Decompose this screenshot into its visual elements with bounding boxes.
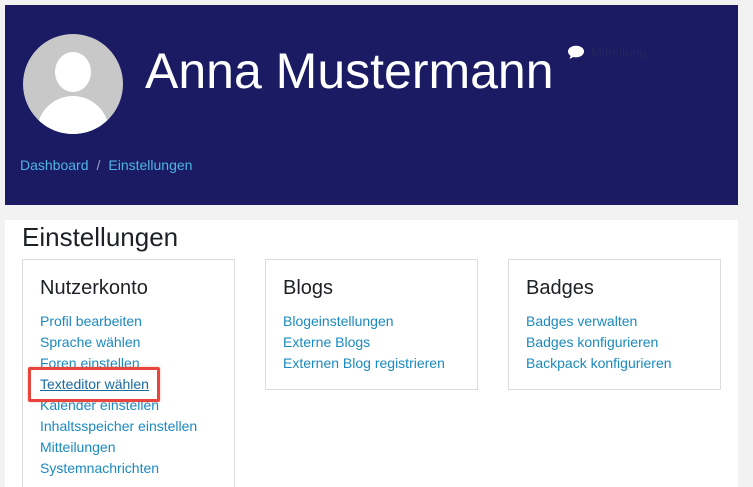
card-badges: Badges Badges verwalten Badges konfiguri…: [508, 259, 721, 390]
breadcrumb-separator: /: [96, 157, 101, 173]
link-systemnachrichten[interactable]: Systemnachrichten: [40, 460, 159, 476]
link-backpack-konfigurieren[interactable]: Backpack konfigurieren: [526, 355, 672, 371]
link-inhaltsspeicher-einstellen[interactable]: Inhaltsspeicher einstellen: [40, 418, 197, 434]
list-item: Profil bearbeiten: [40, 311, 197, 332]
card-title: Badges: [526, 277, 594, 299]
page-header: Anna Mustermann Mitteilung Dashboard / E…: [5, 5, 738, 205]
list-item: Externen Blog registrieren: [283, 353, 445, 374]
list-item: Systemnachrichten: [40, 458, 197, 479]
list-item: Mitteilungen: [40, 437, 197, 458]
link-badges-konfigurieren[interactable]: Badges konfigurieren: [526, 334, 658, 350]
card-title: Blogs: [283, 277, 334, 299]
avatar[interactable]: [23, 34, 123, 134]
link-kalender-einstellen[interactable]: Kalender einstellen: [40, 397, 159, 413]
link-mitteilungen[interactable]: Mitteilungen: [40, 439, 116, 455]
link-profil-bearbeiten[interactable]: Profil bearbeiten: [40, 313, 142, 329]
avatar-body-shape: [37, 96, 109, 134]
card-link-list: Badges verwalten Badges konfigurieren Ba…: [526, 311, 672, 374]
list-item: Backpack konfigurieren: [526, 353, 672, 374]
list-item: Badges konfigurieren: [526, 332, 672, 353]
avatar-head-shape: [55, 52, 91, 92]
settings-page: Einstellungen Nutzerkonto Profil bearbei…: [5, 220, 738, 487]
list-item: Kalender einstellen: [40, 395, 197, 416]
list-item: Foren einstellen: [40, 353, 197, 374]
link-sprache-waehlen[interactable]: Sprache wählen: [40, 334, 140, 350]
list-item: Badges verwalten: [526, 311, 672, 332]
card-link-list: Profil bearbeiten Sprache wählen Foren e…: [40, 311, 197, 479]
link-texteditor-waehlen[interactable]: Texteditor wählen: [40, 376, 149, 392]
speech-bubble-icon: [568, 45, 584, 59]
message-button-label: Mitteilung: [591, 44, 647, 60]
page-title: Einstellungen: [22, 222, 179, 252]
message-button[interactable]: Mitteilung: [567, 43, 647, 61]
link-blogeinstellungen[interactable]: Blogeinstellungen: [283, 313, 394, 329]
user-name-heading: Anna Mustermann: [145, 43, 554, 99]
list-item: Blogeinstellungen: [283, 311, 445, 332]
list-item: Sprache wählen: [40, 332, 197, 353]
list-item: Inhaltsspeicher einstellen: [40, 416, 197, 437]
link-externe-blogs[interactable]: Externe Blogs: [283, 334, 370, 350]
link-externen-blog-registrieren[interactable]: Externen Blog registrieren: [283, 355, 445, 371]
card-blogs: Blogs Blogeinstellungen Externe Blogs Ex…: [265, 259, 478, 390]
link-badges-verwalten[interactable]: Badges verwalten: [526, 313, 637, 329]
breadcrumb-einstellungen[interactable]: Einstellungen: [108, 157, 192, 173]
card-title: Nutzerkonto: [40, 277, 148, 299]
card-nutzerkonto: Nutzerkonto Profil bearbeiten Sprache wä…: [22, 259, 235, 487]
list-item: Texteditor wählen: [40, 374, 197, 395]
breadcrumb-dashboard[interactable]: Dashboard: [20, 157, 89, 173]
breadcrumb: Dashboard / Einstellungen: [20, 157, 192, 173]
list-item: Externe Blogs: [283, 332, 445, 353]
card-link-list: Blogeinstellungen Externe Blogs Externen…: [283, 311, 445, 374]
link-foren-einstellen[interactable]: Foren einstellen: [40, 355, 140, 371]
